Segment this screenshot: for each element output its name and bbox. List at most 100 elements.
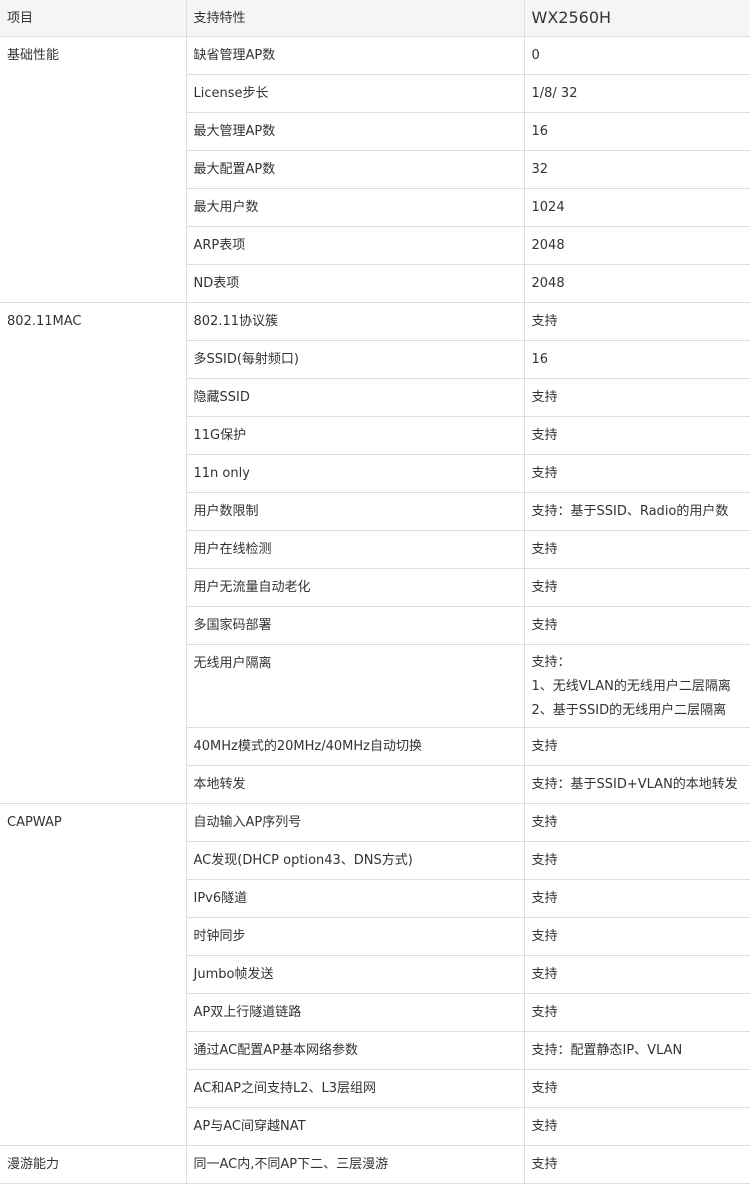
value-cell: 支持 xyxy=(524,841,750,880)
header-model-label: WX2560H xyxy=(531,7,612,27)
value-label: 支持 xyxy=(531,314,558,329)
feature-cell: AC发现(DHCP option43、DNS方式) xyxy=(186,841,525,880)
feature-label: 用户在线检测 xyxy=(193,542,272,557)
feature-cell: 最大配置AP数 xyxy=(186,150,525,189)
value-cell: 支持：配置静态IP、VLAN xyxy=(524,1031,750,1070)
value-label: 1024 xyxy=(531,200,565,215)
feature-cell: 802.11协议簇 xyxy=(186,302,525,341)
category-cell: 基础性能 xyxy=(0,36,187,303)
feature-label: 用户无流量自动老化 xyxy=(193,580,311,595)
value-label: 支持 xyxy=(531,580,558,595)
value-cell: 16 xyxy=(524,340,750,379)
feature-cell: 11G保护 xyxy=(186,416,525,455)
category-label: 基础性能 xyxy=(7,48,60,63)
feature-label: IPv6隧道 xyxy=(193,891,248,906)
value-line: 支持： xyxy=(531,655,571,670)
category-cell: 802.11MAC xyxy=(0,302,187,804)
feature-cell: 多SSID(每射频口) xyxy=(186,340,525,379)
value-label: 2048 xyxy=(531,238,565,253)
value-label: 支持 xyxy=(531,1157,558,1172)
header-item-label: 项目 xyxy=(7,10,34,26)
value-label: 支持 xyxy=(531,1119,558,1134)
feature-label: AP双上行隧道链路 xyxy=(193,1005,302,1020)
value-line: 2、基于SSID的无线用户二层隔离 xyxy=(531,703,727,718)
value-label: 支持 xyxy=(531,1005,558,1020)
feature-label: 缺省管理AP数 xyxy=(193,48,276,63)
feature-label: 11n only xyxy=(193,466,250,481)
header-item: 项目 xyxy=(0,0,187,37)
value-label: 16 xyxy=(531,124,549,139)
feature-cell: 时钟同步 xyxy=(186,917,525,956)
feature-cell: 隐藏SSID xyxy=(186,378,525,417)
value-label: 支持：基于SSID+VLAN的本地转发 xyxy=(531,777,738,792)
value-label: 1/8/ 32 xyxy=(531,86,578,101)
feature-label: AC发现(DHCP option43、DNS方式) xyxy=(193,853,413,868)
value-label: 2048 xyxy=(531,276,565,291)
feature-label: 多国家码部署 xyxy=(193,618,272,633)
feature-label: 通过AC配置AP基本网络参数 xyxy=(193,1043,358,1058)
feature-cell: 无线用户隔离 xyxy=(186,644,525,728)
feature-label: 无线用户隔离 xyxy=(193,656,272,671)
value-label: 支持 xyxy=(531,618,558,633)
feature-cell: 用户无流量自动老化 xyxy=(186,568,525,607)
feature-cell: 同一AC内,不同AP下二、三层漫游 xyxy=(186,1145,525,1184)
value-label: 支持 xyxy=(531,1081,558,1096)
value-label: 支持 xyxy=(531,466,558,481)
value-cell: 支持 xyxy=(524,879,750,918)
category-label: CAPWAP xyxy=(7,815,62,830)
feature-cell: License步长 xyxy=(186,74,525,113)
feature-label: License步长 xyxy=(193,86,269,101)
value-cell: 支持 xyxy=(524,416,750,455)
feature-label: 802.11协议簇 xyxy=(193,314,279,329)
feature-label: 隐藏SSID xyxy=(193,390,250,405)
header-model: WX2560H xyxy=(524,0,750,37)
feature-cell: 通过AC配置AP基本网络参数 xyxy=(186,1031,525,1070)
feature-cell: Jumbo帧发送 xyxy=(186,955,525,994)
feature-cell: AP双上行隧道链路 xyxy=(186,993,525,1032)
feature-label: AC和AP之间支持L2、L3层组网 xyxy=(193,1081,377,1096)
feature-label: Jumbo帧发送 xyxy=(193,967,274,982)
feature-cell: 用户数限制 xyxy=(186,492,525,531)
category-label: 漫游能力 xyxy=(7,1157,60,1172)
category-cell: CAPWAP xyxy=(0,803,187,1146)
category-label: 802.11MAC xyxy=(7,314,82,329)
value-cell: 支持： 1、无线VLAN的无线用户二层隔离 2、基于SSID的无线用户二层隔离 xyxy=(524,644,750,728)
feature-label: 最大用户数 xyxy=(193,200,259,215)
value-cell: 2048 xyxy=(524,264,750,303)
value-cell: 支持 xyxy=(524,302,750,341)
value-label: 32 xyxy=(531,162,549,177)
feature-cell: 自动输入AP序列号 xyxy=(186,803,525,842)
feature-label: 时钟同步 xyxy=(193,929,246,944)
feature-label: 最大配置AP数 xyxy=(193,162,276,177)
feature-label: 同一AC内,不同AP下二、三层漫游 xyxy=(193,1157,389,1172)
value-label: 0 xyxy=(531,48,540,63)
value-label: 支持 xyxy=(531,891,558,906)
feature-cell: AP与AC间穿越NAT xyxy=(186,1107,525,1146)
value-label: 支持 xyxy=(531,428,558,443)
table-body: 基础性能 缺省管理AP数 0 License步长 1/8/ 32 最大管理AP数 16 最大配… xyxy=(0,36,750,1184)
feature-label: AP与AC间穿越NAT xyxy=(193,1119,306,1134)
value-cell: 支持 xyxy=(524,1069,750,1108)
header-feature-label: 支持特性 xyxy=(193,10,246,26)
feature-label: 自动输入AP序列号 xyxy=(193,815,302,830)
feature-cell: 本地转发 xyxy=(186,765,525,804)
header-feature: 支持特性 xyxy=(186,0,525,37)
feature-cell: 11n only xyxy=(186,454,525,493)
value-label: 支持 xyxy=(531,739,558,754)
value-cell: 1024 xyxy=(524,188,750,227)
table-header: 项目 支持特性 WX2560H xyxy=(0,0,750,37)
feature-cell: IPv6隧道 xyxy=(186,879,525,918)
feature-label: ARP表项 xyxy=(193,238,246,253)
table-row: 基础性能 缺省管理AP数 0 xyxy=(0,36,750,303)
feature-cell: AC和AP之间支持L2、L3层组网 xyxy=(186,1069,525,1108)
feature-cell: 多国家码部署 xyxy=(186,606,525,645)
value-label: 16 xyxy=(531,352,549,367)
value-cell: 1/8/ 32 xyxy=(524,74,750,113)
feature-label: 用户数限制 xyxy=(193,504,259,519)
feature-cell: 缺省管理AP数 xyxy=(186,36,525,75)
value-cell: 支持 xyxy=(524,454,750,493)
value-cell: 支持 xyxy=(524,955,750,994)
spec-table: 项目 支持特性 WX2560H 基础性能 缺省管理AP数 0 License步长 1/8… xyxy=(0,0,750,1184)
value-cell: 支持 xyxy=(524,1145,750,1184)
feature-cell: 最大用户数 xyxy=(186,188,525,227)
